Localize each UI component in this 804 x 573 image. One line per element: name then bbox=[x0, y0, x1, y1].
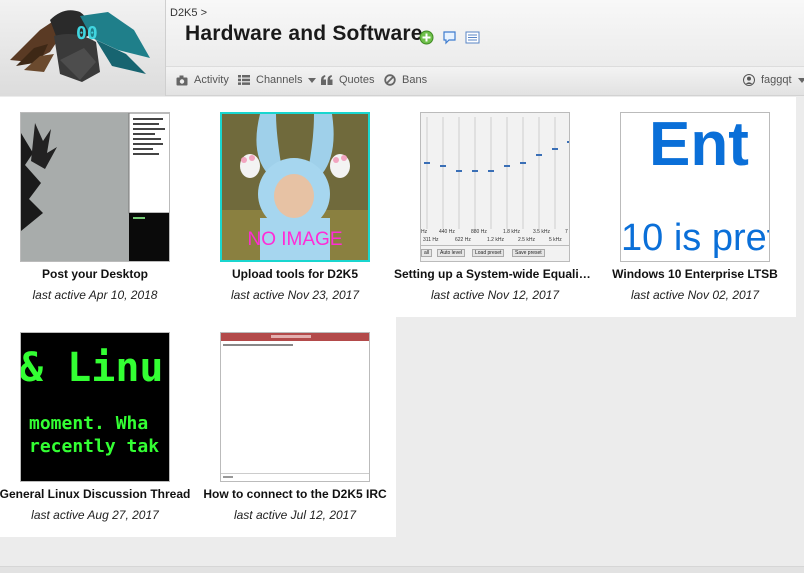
title-icons bbox=[419, 30, 480, 45]
quote-icon bbox=[321, 75, 333, 85]
chevron-down-icon bbox=[308, 77, 317, 83]
nav-activity[interactable]: Activity bbox=[176, 74, 229, 86]
eq-label: 440 Hz bbox=[439, 229, 455, 235]
thread-last-active: last active Nov 23, 2017 bbox=[230, 288, 360, 302]
thread-thumbnail[interactable]: & Linu moment. Wha recently tak bbox=[20, 332, 170, 482]
user-icon bbox=[743, 74, 755, 86]
thread-title[interactable]: General Linux Discussion Thread bbox=[0, 487, 196, 501]
thread-title[interactable]: How to connect to the D2K5 IRC bbox=[194, 487, 396, 501]
eq-label: Hz bbox=[421, 229, 428, 235]
nav-bans-label: Bans bbox=[402, 74, 428, 86]
eq-label: 311 Hz bbox=[423, 237, 439, 243]
thread-last-active: last active Apr 10, 2018 bbox=[32, 288, 158, 302]
site-logo[interactable]: 00 bbox=[0, 0, 166, 96]
thumb-text-line: moment. Wha bbox=[29, 413, 149, 434]
irc-window-image bbox=[221, 333, 369, 481]
eq-label: 880 Hz bbox=[471, 229, 487, 235]
thread-last-active: last active Jul 12, 2017 bbox=[233, 508, 357, 522]
nav-activity-label: Activity bbox=[194, 74, 229, 86]
eq-label: 3.5 kHz bbox=[533, 229, 550, 235]
thread-last-active: last active Nov 12, 2017 bbox=[430, 288, 560, 302]
chevron-down-icon bbox=[797, 77, 804, 83]
no-image-label: NO IMAGE bbox=[247, 229, 343, 250]
page-title: Hardware and Software bbox=[185, 22, 423, 45]
list-icon[interactable] bbox=[465, 30, 480, 45]
nav-quotes[interactable]: Quotes bbox=[321, 74, 374, 86]
eq-label: 2.5 kHz bbox=[518, 237, 535, 243]
thumb-big-text: & Linu bbox=[20, 345, 164, 391]
eq-label: 7 bbox=[565, 229, 568, 235]
breadcrumb[interactable]: D2K5 > bbox=[170, 7, 207, 19]
eq-button: Auto level bbox=[437, 249, 465, 257]
user-menu[interactable]: faggqt bbox=[743, 74, 804, 86]
nav-bans[interactable]: Bans bbox=[384, 74, 427, 86]
eq-label: 5 kHz bbox=[549, 237, 562, 243]
logo-bird-icon: 00 bbox=[10, 10, 150, 82]
thread-thumbnail[interactable]: Ent 10 is pref bbox=[620, 112, 770, 262]
camera-icon bbox=[176, 75, 188, 85]
eq-button: Save preset bbox=[512, 249, 545, 257]
thread-title[interactable]: Setting up a System-wide Equalizer bbox=[394, 267, 596, 281]
thumb-sub-text: 10 is pref bbox=[621, 217, 770, 259]
eq-label: 1.8 kHz bbox=[503, 229, 520, 235]
thread-thumbnail[interactable]: NO IMAGE bbox=[220, 112, 370, 262]
eq-button: all bbox=[421, 249, 433, 257]
thread-grid: Post your Desktop last active Apr 10, 20… bbox=[0, 97, 804, 573]
thread-thumbnail[interactable] bbox=[20, 112, 170, 262]
comment-icon[interactable] bbox=[442, 30, 457, 45]
user-name: faggqt bbox=[761, 74, 792, 86]
title-block: D2K5 > Hardware and Software bbox=[166, 0, 804, 66]
eq-button: Load preset bbox=[472, 249, 505, 257]
thumb-text-line: recently tak bbox=[29, 436, 160, 457]
footer-bar bbox=[0, 566, 804, 573]
thread-thumbnail[interactable]: Hz 440 Hz 880 Hz 1.8 kHz 3.5 kHz 7 311 H… bbox=[420, 112, 570, 262]
navbar: Activity Channels Quotes Bans faggqt bbox=[166, 66, 804, 96]
ban-icon bbox=[384, 74, 396, 86]
thread-title[interactable]: Windows 10 Enterprise LTSB bbox=[594, 267, 796, 281]
header: 00 D2K5 > Hardware and Software Activity… bbox=[0, 0, 804, 96]
thread-thumbnail[interactable] bbox=[220, 332, 370, 482]
eq-label: 1.2 kHz bbox=[487, 237, 504, 243]
thread-title[interactable]: Upload tools for D2K5 bbox=[194, 267, 396, 281]
thread-title[interactable]: Post your Desktop bbox=[0, 267, 196, 281]
nav-quotes-label: Quotes bbox=[339, 74, 375, 86]
thread-last-active: last active Aug 27, 2017 bbox=[31, 508, 159, 522]
thread-last-active: last active Nov 02, 2017 bbox=[630, 288, 760, 302]
eq-label: 622 Hz bbox=[455, 237, 471, 243]
svg-text:00: 00 bbox=[76, 23, 98, 44]
thumb-big-text: Ent bbox=[649, 112, 749, 179]
desktop-screenshot-image bbox=[21, 113, 169, 261]
add-icon[interactable] bbox=[419, 30, 434, 45]
nav-channels[interactable]: Channels bbox=[238, 74, 317, 86]
list-icon bbox=[238, 75, 250, 85]
nav-channels-label: Channels bbox=[256, 74, 303, 86]
